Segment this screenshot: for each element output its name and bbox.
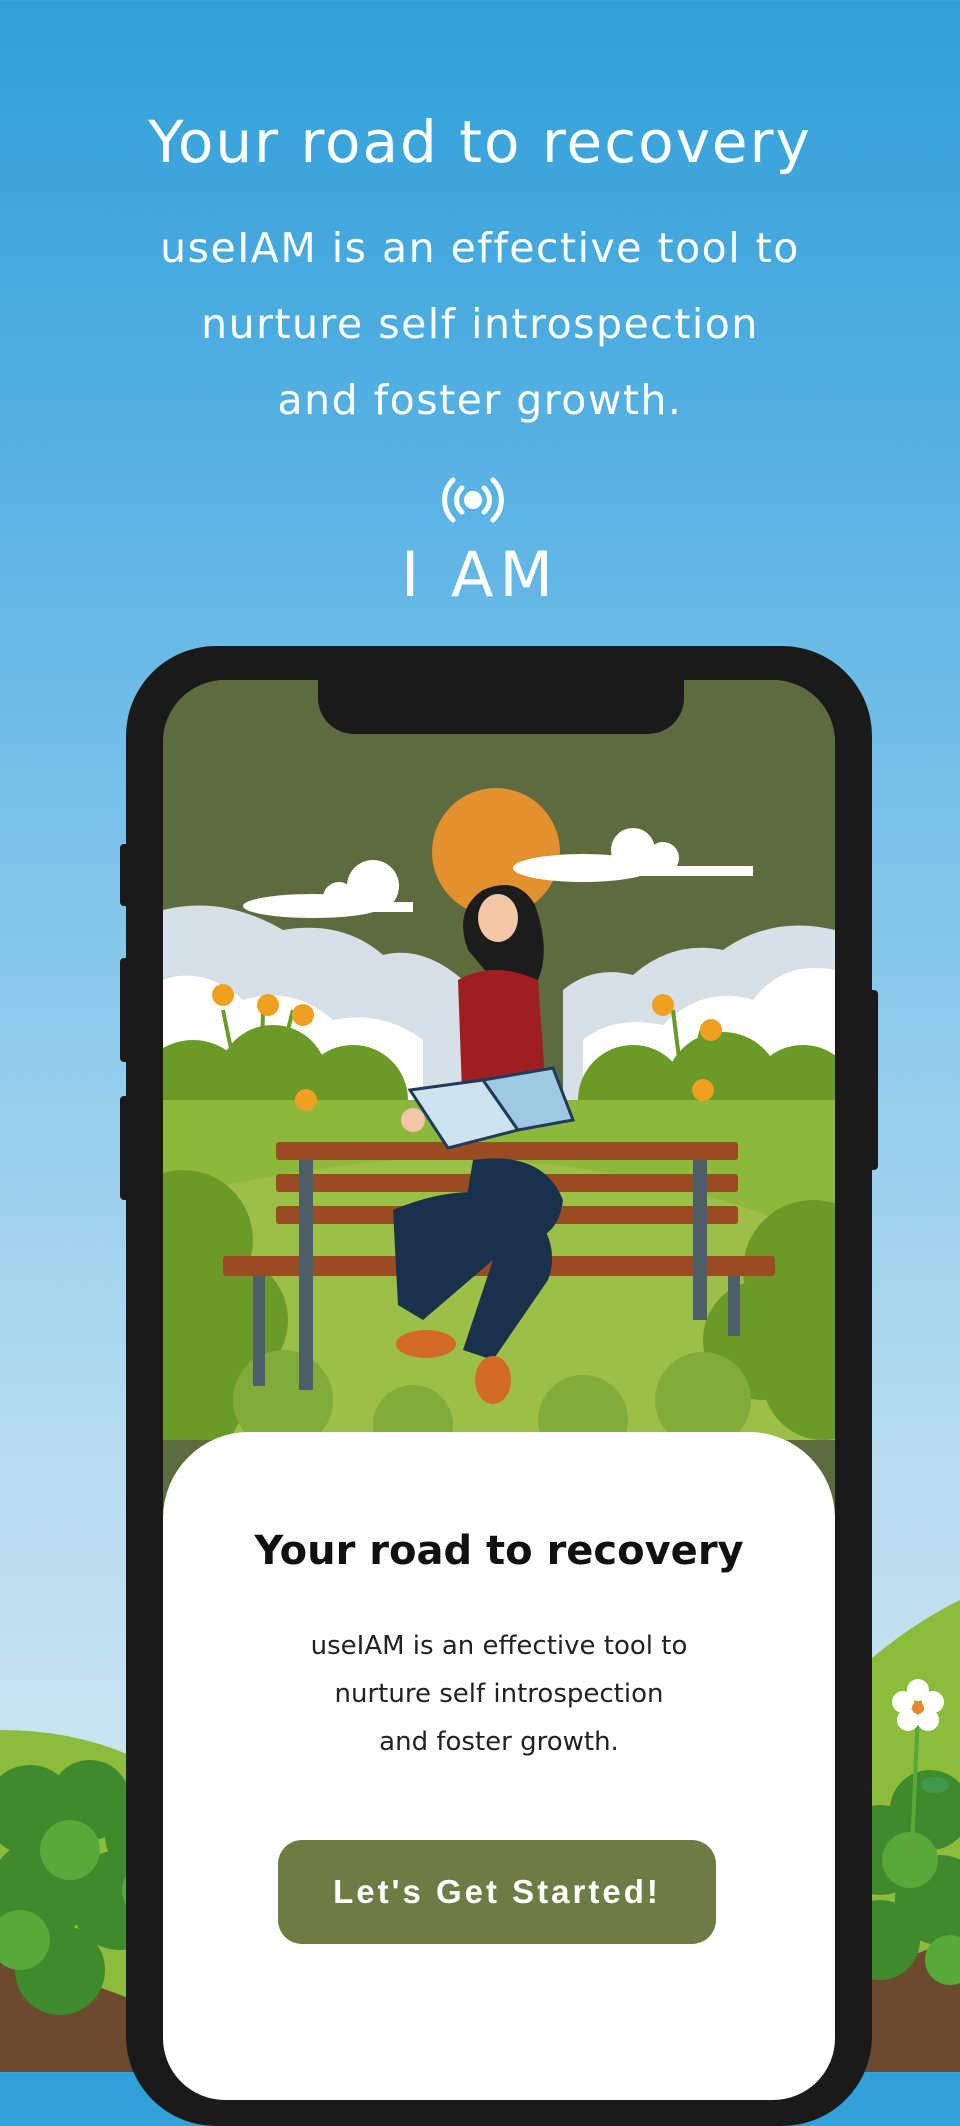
card-subtitle-line: nurture self introspection	[334, 1679, 664, 1709]
reading-woman-park-illustration	[163, 680, 835, 1440]
phone-screen: Your road to recovery useIAM is an effec…	[163, 680, 835, 2100]
get-started-button[interactable]: Let's Get Started!	[278, 1840, 716, 1944]
card-subtitle-line: and foster growth.	[379, 1727, 619, 1757]
hero-subtitle: useIAM is an effective tool to nurture s…	[0, 210, 960, 438]
hero-subtitle-line: useIAM is an effective tool to	[160, 224, 800, 272]
hero-subtitle-line: and foster growth.	[277, 376, 683, 424]
hero-subtitle-line: nurture self introspection	[201, 300, 759, 348]
hero-title: Your road to recovery	[148, 108, 812, 176]
card-subtitle-line: useIAM is an effective tool to	[310, 1631, 688, 1661]
phone-notch	[318, 672, 684, 734]
broadcast-signal-icon	[442, 477, 504, 523]
card-title: Your road to recovery	[254, 1528, 744, 1574]
logo-text: I AM	[401, 538, 559, 611]
card-subtitle: useIAM is an effective tool to nurture s…	[163, 1622, 835, 1766]
